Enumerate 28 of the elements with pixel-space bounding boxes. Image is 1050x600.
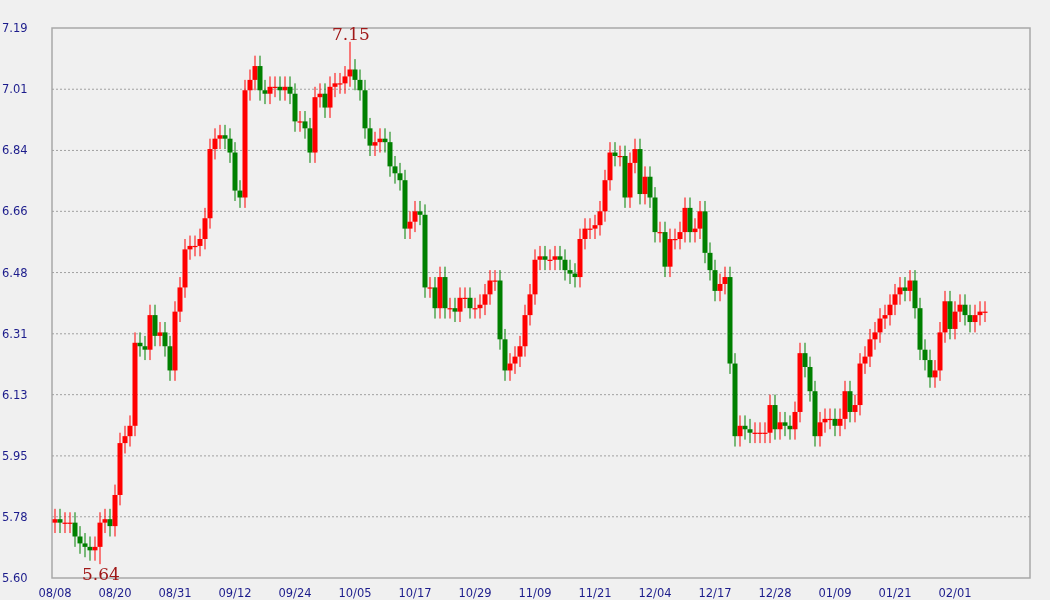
axis-label: 12/28: [758, 586, 792, 600]
axis-label: 08/08: [38, 586, 72, 600]
axis-label: 01/09: [818, 586, 852, 600]
axis-label: 12/04: [638, 586, 672, 600]
axis-label: 01/21: [878, 586, 912, 600]
axis-label: 09/24: [278, 586, 312, 600]
axis-label: 08/31: [158, 586, 192, 600]
axis-label: 10/29: [458, 586, 492, 600]
price-annotation: 5.64: [82, 564, 120, 585]
axis-label: 09/12: [218, 586, 252, 600]
axis-label: 6.31: [2, 326, 28, 341]
axis-label: 7.01: [2, 82, 28, 97]
axis-label: 12/17: [698, 586, 732, 600]
axis-label: 6.13: [2, 387, 28, 402]
axis-label: 5.60: [2, 571, 28, 585]
axis-label: 08/20: [98, 586, 132, 600]
axis-label: 11/09: [518, 586, 552, 600]
axis-label: 7.19: [2, 21, 28, 35]
axis-label: 10/05: [338, 586, 372, 600]
axis-label: 6.66: [2, 204, 28, 219]
axis-label: 10/17: [398, 586, 432, 600]
axis-label: 6.48: [2, 265, 28, 280]
axis-label: 6.84: [2, 143, 28, 158]
axis-label: 5.95: [2, 448, 28, 463]
axis-label: 11/21: [578, 586, 612, 600]
price-annotation: 7.15: [332, 23, 370, 44]
axis-label: 02/01: [938, 586, 972, 600]
axis-label: 5.78: [2, 509, 28, 524]
